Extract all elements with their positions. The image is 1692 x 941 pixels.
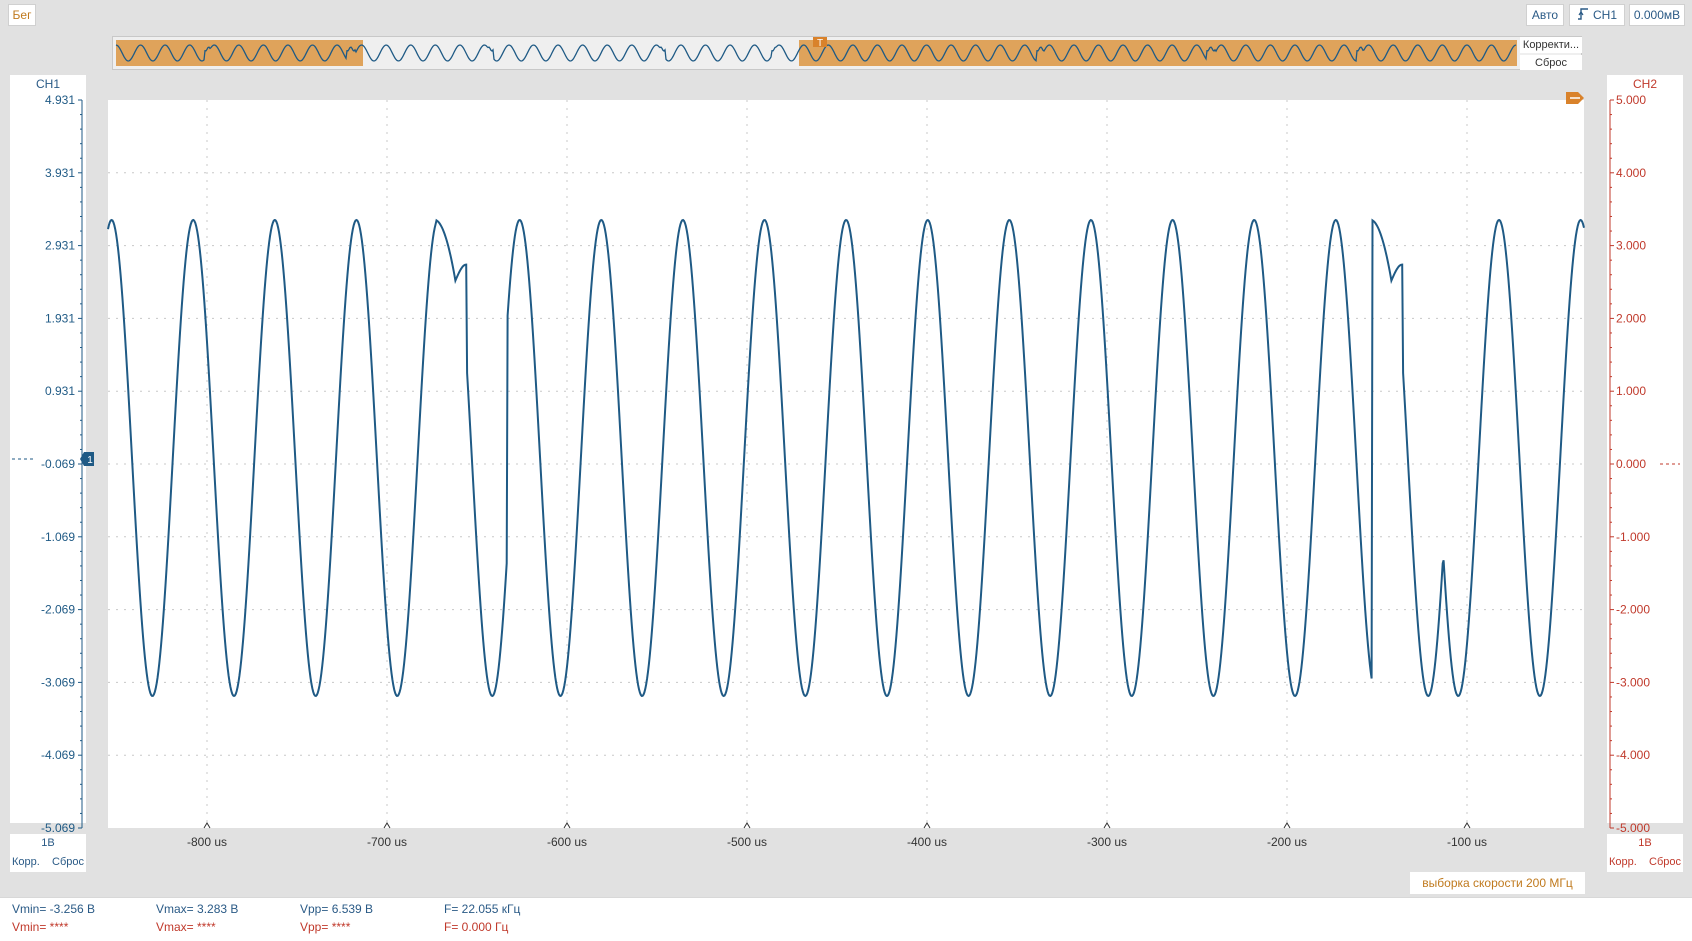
ch1-tick-label: 2.931 — [45, 239, 75, 253]
ch1-vmax: Vmax= 3.283 В — [156, 902, 239, 916]
ch1-tick-label: -0.069 — [41, 457, 75, 471]
ch1-tick-label: 1.931 — [45, 311, 75, 325]
ch2-vmax: Vmax= **** — [156, 920, 216, 934]
ch1-tick-label: 3.931 — [45, 166, 75, 180]
ch1-tick-label: 4.931 — [45, 93, 75, 107]
sample-rate-label: выборка скорости 200 МГц — [1410, 872, 1585, 894]
ch1-frequency: F= 22.055 кГц — [444, 902, 521, 916]
time-tick-label: -200 us — [1267, 835, 1307, 849]
ch2-tick-label: 2.000 — [1616, 311, 1646, 325]
ch1-vmin: Vmin= -3.256 В — [12, 902, 96, 916]
ch2-tick-label: 1.000 — [1616, 384, 1646, 398]
time-tick-label: -100 us — [1447, 835, 1487, 849]
ch1-tick-label: -2.069 — [41, 603, 75, 617]
ch2-tick-label: -3.000 — [1616, 675, 1650, 689]
ch1-tick-label: 0.931 — [45, 384, 75, 398]
ch2-tick-label: 4.000 — [1616, 166, 1646, 180]
ch2-frequency: F= 0.000 Гц — [444, 920, 509, 934]
measurements-bar: Vmin= -3.256 В Vmax= 3.283 В Vpp= 6.539 … — [0, 897, 1692, 941]
ch2-tick-label: 0.000 — [1616, 457, 1646, 471]
time-tick-label: -600 us — [547, 835, 587, 849]
oscilloscope-display: 4.931 3.931 2.931 1.931 0.931 -0.069 -1.069 -2.… — [12, 92, 1680, 849]
time-tick-label: -400 us — [907, 835, 947, 849]
ch2-tick-label: -5.000 — [1616, 821, 1650, 835]
ch1-offset-marker-label: 1 — [87, 455, 93, 466]
ch2-tick-label: -1.000 — [1616, 530, 1650, 544]
ch2-axis: 5.000 4.000 3.000 2.000 1.000 0.000 -1.000 -2.0… — [1609, 93, 1680, 835]
ch1-tick-label: -5.069 — [41, 821, 75, 835]
ch2-tick-label: 3.000 — [1616, 239, 1646, 253]
time-tick-label: -300 us — [1087, 835, 1127, 849]
ch1-tick-label: -4.069 — [41, 748, 75, 762]
ch2-tick-label: -2.000 — [1616, 603, 1650, 617]
ch2-tick-label: -4.000 — [1616, 748, 1650, 762]
time-tick-label: -700 us — [367, 835, 407, 849]
ch2-vpp: Vpp= **** — [300, 920, 351, 934]
time-tick-label: -800 us — [187, 835, 227, 849]
ch2-tick-label: 5.000 — [1616, 93, 1646, 107]
ch1-tick-label: -3.069 — [41, 675, 75, 689]
ch1-axis: 4.931 3.931 2.931 1.931 0.931 -0.069 -1.069 -2.… — [41, 93, 83, 835]
ch1-tick-label: -1.069 — [41, 530, 75, 544]
ch1-vpp: Vpp= 6.539 В — [300, 902, 374, 916]
time-tick-label: -500 us — [727, 835, 767, 849]
ch2-vmin: Vmin= **** — [12, 920, 69, 934]
